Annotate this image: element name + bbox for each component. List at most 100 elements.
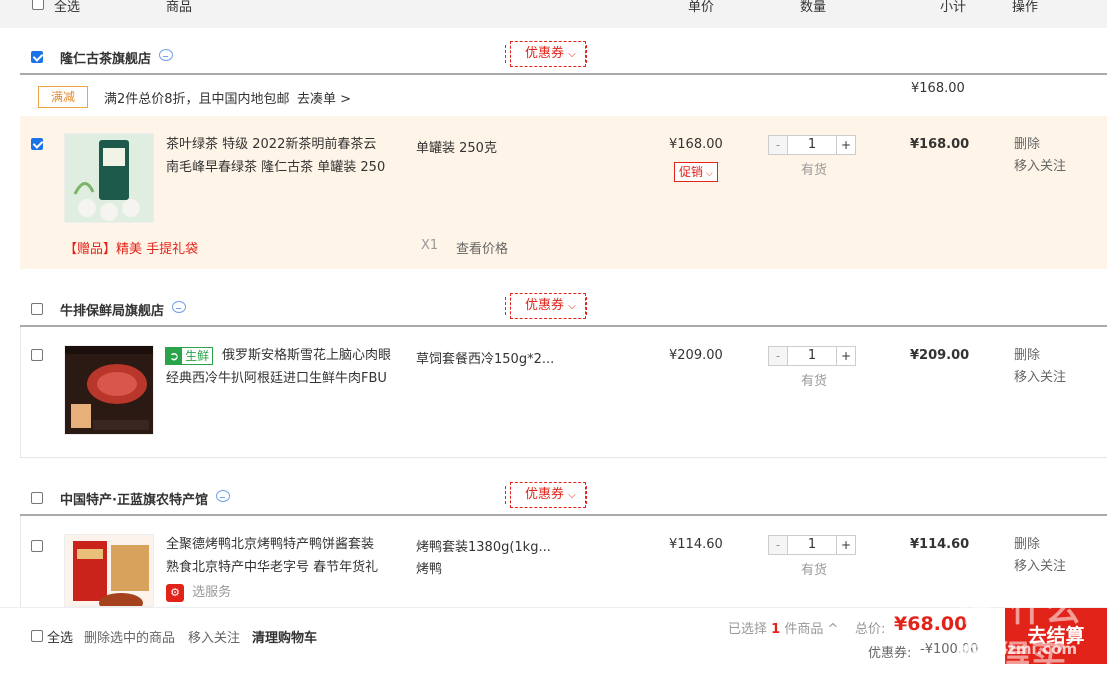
item-spec-line1: 烤鸭套装1380g(1kg... xyxy=(416,540,551,555)
decrease-button[interactable]: - xyxy=(769,347,788,365)
selected-count: 1 xyxy=(771,622,781,637)
delete-link[interactable]: 删除 xyxy=(1014,134,1066,156)
shop-name[interactable]: 隆仁古茶旗舰店 xyxy=(60,48,151,67)
item-title-line1: 茶叶绿茶 特级 2022新茶明前春茶云 xyxy=(166,137,377,152)
item-actions: 删除 移入关注 xyxy=(1014,134,1066,178)
selected-prefix: 已选择 xyxy=(728,622,768,637)
item-actions: 删除 移入关注 xyxy=(1014,345,1066,389)
delete-link[interactable]: 删除 xyxy=(1014,345,1066,367)
shop-checkbox[interactable] xyxy=(31,303,43,315)
row-left-border xyxy=(20,516,21,607)
header-goods: 商品 xyxy=(166,0,193,15)
decrease-button[interactable]: - xyxy=(769,136,788,154)
roast-duck-image xyxy=(65,535,153,606)
product-image-steak[interactable] xyxy=(64,345,154,435)
promo-tag: 满减 xyxy=(38,86,88,108)
coupon-discount-label: 优惠券: xyxy=(868,646,912,661)
promo-link[interactable]: 去凑单 > xyxy=(297,88,351,107)
item-price: ¥114.60 xyxy=(669,537,723,552)
quantity-stepper[interactable]: - 1 + xyxy=(768,535,856,555)
coupon-label: 优惠券 xyxy=(525,46,565,61)
move-to-follow-link[interactable]: 移入关注 xyxy=(1014,556,1066,578)
item-checkbox[interactable] xyxy=(31,138,43,150)
item-spec: 草饲套餐西冷150g*2... xyxy=(416,352,555,367)
select-all-checkbox-top[interactable] xyxy=(32,0,44,10)
selected-summary[interactable]: 已选择 1 件商品 ^ xyxy=(728,618,838,637)
coupon-label: 优惠券 xyxy=(525,298,565,313)
increase-button[interactable]: + xyxy=(836,347,855,365)
quantity-value[interactable]: 1 xyxy=(788,347,836,365)
cart-footer-bar: 全选 删除选中的商品 移入关注 清理购物车 已选择 1 件商品 ^ 总价: ¥6… xyxy=(0,607,1107,664)
shop-divider xyxy=(20,73,1107,75)
shop-name[interactable]: 中国特产·正蓝旗农特产馆 xyxy=(60,489,208,508)
item-title-line1: 全聚德烤鸭北京烤鸭特产鸭饼酱套装 xyxy=(166,537,375,552)
shop-checkbox[interactable] xyxy=(31,51,43,63)
gift-label: 【赠品】精美 手提礼袋 xyxy=(64,242,199,257)
quantity-stepper[interactable]: - 1 + xyxy=(768,135,856,155)
gift-price-link[interactable]: 查看价格 xyxy=(456,238,508,257)
item-checkbox[interactable] xyxy=(31,540,43,552)
chat-icon[interactable] xyxy=(172,301,186,313)
move-follow-link[interactable]: 移入关注 xyxy=(188,627,240,646)
product-image-duck[interactable] xyxy=(64,534,154,607)
item-title[interactable]: 全聚德烤鸭北京烤鸭特产鸭饼酱套装 熟食北京特产中华老字号 春节年货礼 xyxy=(166,533,398,579)
total-value: ¥68.00 xyxy=(894,613,968,635)
footer-select-all-label[interactable]: 全选 xyxy=(47,627,73,646)
service-icon: ⚙ xyxy=(166,584,184,602)
total-label: 总价: xyxy=(855,622,886,637)
chat-icon[interactable] xyxy=(216,490,230,502)
service-label: 选服务 xyxy=(192,585,232,600)
chevron-up-icon: ^ xyxy=(827,622,839,637)
item-price: ¥168.00 xyxy=(669,137,723,152)
header-unit-price: 单价 xyxy=(688,0,715,15)
item-title-line2: 熟食北京特产中华老字号 春节年货礼 xyxy=(166,560,379,575)
coupon-label: 优惠券 xyxy=(525,487,565,502)
gift-qty: X1 xyxy=(421,238,439,253)
promotion-dropdown[interactable]: 促销 ⌵ xyxy=(674,162,718,182)
move-to-follow-link[interactable]: 移入关注 xyxy=(1014,367,1066,389)
quantity-stepper[interactable]: - 1 + xyxy=(768,346,856,366)
selected-suffix: 件商品 xyxy=(784,622,824,637)
item-spec: 单罐装 250克 xyxy=(416,141,497,156)
item-checkbox[interactable] xyxy=(31,349,43,361)
delete-link[interactable]: 删除 xyxy=(1014,534,1066,556)
quantity-value[interactable]: 1 xyxy=(788,136,836,154)
promotion-label: 促销 xyxy=(679,165,704,179)
increase-button[interactable]: + xyxy=(836,536,855,554)
delete-selected-link[interactable]: 删除选中的商品 xyxy=(84,627,175,646)
shop-checkbox[interactable] xyxy=(31,492,43,504)
select-service[interactable]: ⚙ 选服务 xyxy=(166,581,231,602)
item-title-line2: 经典西冷牛扒阿根廷进口生鲜牛肉FBU xyxy=(166,371,387,386)
increase-button[interactable]: + xyxy=(836,136,855,154)
checkout-button[interactable]: 去结算 xyxy=(1005,608,1107,664)
decrease-button[interactable]: - xyxy=(769,536,788,554)
chevron-down-icon: ⌵ xyxy=(568,490,576,501)
chevron-down-icon: ⌵ xyxy=(703,169,713,179)
promo-total: ¥168.00 xyxy=(911,81,965,96)
shop-divider xyxy=(20,325,1107,327)
quantity-value[interactable]: 1 xyxy=(788,536,836,554)
coupon-discount-value: -¥100.00 xyxy=(920,642,979,657)
header-select-all-label: 全选 xyxy=(54,0,81,15)
item-spec-line2: 烤鸭 xyxy=(416,562,443,577)
item-title[interactable]: 俄罗斯安格斯雪花上脑心肉眼 经典西冷牛扒阿根廷进口生鲜牛肉FBU xyxy=(166,344,398,390)
chat-icon[interactable] xyxy=(159,49,173,61)
row-left-border xyxy=(20,327,21,458)
item-title[interactable]: 茶叶绿茶 特级 2022新茶明前春茶云 南毛峰早春绿茶 隆仁古茶 单罐装 250 xyxy=(166,133,398,179)
promo-text: 满2件总价8折，且中国内地包邮 xyxy=(104,92,290,107)
coupon-button[interactable]: 优惠券 ⌵ xyxy=(505,293,587,319)
shop-name[interactable]: 牛排保鲜局旗舰店 xyxy=(60,300,164,319)
header-actions: 操作 xyxy=(1012,0,1039,15)
header-quantity: 数量 xyxy=(800,0,827,15)
coupon-button[interactable]: 优惠券 ⌵ xyxy=(505,41,587,67)
product-image-tea[interactable] xyxy=(64,133,154,223)
item-title-line1: 俄罗斯安格斯雪花上脑心肉眼 xyxy=(222,348,392,363)
select-all-checkbox-bottom[interactable] xyxy=(31,630,43,642)
clear-cart-link[interactable]: 清理购物车 xyxy=(252,627,317,646)
coupon-button[interactable]: 优惠券 ⌵ xyxy=(505,482,587,508)
item-subtotal: ¥168.00 xyxy=(910,137,970,152)
item-spec: 烤鸭套装1380g(1kg... 烤鸭 xyxy=(416,537,551,581)
item-actions: 删除 移入关注 xyxy=(1014,534,1066,578)
move-to-follow-link[interactable]: 移入关注 xyxy=(1014,156,1066,178)
row-bottom-border xyxy=(20,457,1107,458)
